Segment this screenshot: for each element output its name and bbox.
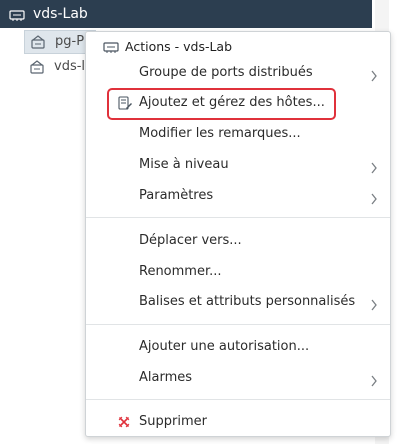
menu-item-label: Mise à niveau — [139, 157, 229, 172]
menu-divider — [86, 324, 390, 325]
chevron-right-icon — [370, 190, 378, 209]
tree-item-label: vds-Lab — [33, 6, 88, 22]
menu-item-label: Alarmes — [139, 370, 193, 385]
menu-item-tags-attributes[interactable]: Balises et attributs personnalisés — [86, 287, 390, 317]
tree-item-label: vds-l — [54, 59, 86, 74]
chevron-right-icon — [370, 296, 378, 315]
delete-x-icon — [117, 414, 131, 433]
menu-item-edit-notes[interactable]: Modifier les remarques... — [86, 119, 390, 149]
menu-item-settings[interactable]: Paramètres — [86, 181, 390, 211]
menu-item-label: Groupe de ports distribués — [139, 65, 313, 80]
menu-divider — [86, 399, 390, 400]
distributed-switch-icon — [9, 7, 25, 26]
tree-item-label: pg-P — [55, 34, 85, 49]
menu-item-label: Déplacer vers... — [139, 233, 242, 248]
menu-item-label: Modifier les remarques... — [139, 126, 301, 141]
chevron-right-icon — [370, 159, 378, 178]
menu-item-alarms[interactable]: Alarmes — [86, 363, 390, 393]
menu-item-delete[interactable]: Supprimer — [86, 407, 390, 437]
menu-item-label: Ajouter une autorisation... — [139, 339, 310, 354]
menu-item-label: Balises et attributs personnalisés — [139, 294, 356, 309]
menu-item-rename[interactable]: Renommer... — [86, 257, 390, 287]
chevron-right-icon — [370, 67, 378, 86]
port-group-icon — [29, 59, 45, 79]
chevron-right-icon — [370, 372, 378, 391]
menu-title: Actions - vds-Lab — [125, 39, 233, 54]
menu-item-label: Renommer... — [139, 264, 222, 279]
port-group-icon — [30, 34, 46, 54]
menu-item-upgrade[interactable]: Mise à niveau — [86, 150, 390, 180]
highlight-annotation — [107, 88, 336, 120]
menu-item-label: Supprimer — [139, 414, 207, 429]
distributed-switch-icon — [103, 39, 119, 58]
tree-item-vds-uplinks[interactable]: vds-l — [24, 56, 94, 78]
menu-item-add-permission[interactable]: Ajouter une autorisation... — [86, 332, 390, 362]
menu-item-label: Paramètres — [139, 188, 214, 203]
menu-divider — [86, 217, 390, 218]
menu-item-distributed-port-group[interactable]: Groupe de ports distribués — [86, 58, 390, 88]
menu-item-move-to[interactable]: Déplacer vers... — [86, 226, 390, 256]
tree-item-vds-lab[interactable]: vds-Lab — [0, 0, 372, 28]
